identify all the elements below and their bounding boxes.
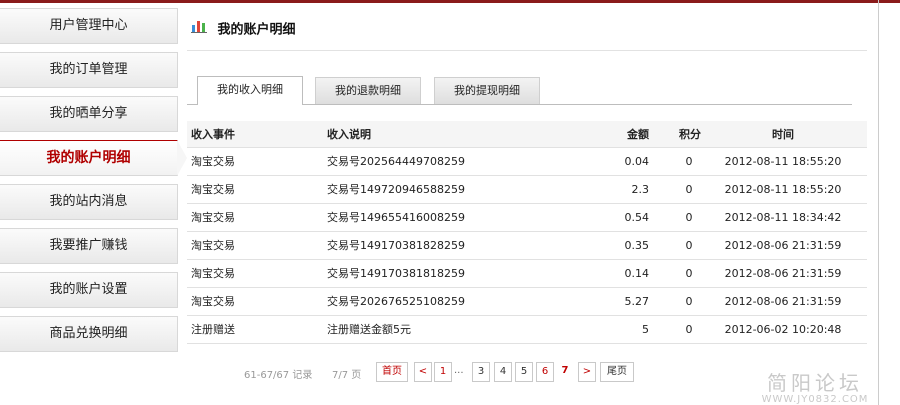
cell-points: 0 [685,267,693,280]
table-row: 淘宝交易 交易号149170381828259 0.35 0 2012-08-0… [187,232,867,260]
sidebar-item-settings[interactable]: 我的账户设置 [0,272,178,308]
cell-description: 交易号149170381818259 [327,267,465,280]
page-1-button[interactable]: 1 [434,362,452,382]
sidebar-item-label: 我的晒单分享 [49,106,128,121]
sidebar-item-share[interactable]: 我的晒单分享 [0,96,178,132]
cell-points: 0 [685,295,693,308]
table-row: 淘宝交易 交易号149655416008259 0.54 0 2012-08-1… [187,204,867,232]
cell-time: 2012-06-02 10:20:48 [724,323,842,336]
cell-event: 淘宝交易 [191,183,235,196]
page-3-button[interactable]: 3 [472,362,490,382]
cell-description: 交易号149720946588259 [327,183,465,196]
next-page-button[interactable]: > [578,362,596,382]
cell-description: 交易号202676525108259 [327,295,465,308]
bar-chart-icon [191,10,207,50]
cell-amount: 2.3 [631,183,650,196]
prev-page-button[interactable]: < [414,362,432,382]
sidebar-item-label: 我的账户明细 [46,150,131,166]
cell-points: 0 [685,183,693,196]
cell-points: 0 [685,155,693,168]
table-row: 淘宝交易 交易号202676525108259 5.27 0 2012-08-0… [187,288,867,316]
sidebar-item-label: 我的账户设置 [49,282,128,297]
tab-refund[interactable]: 我的退款明细 [315,77,421,104]
table-row: 淘宝交易 交易号202564449708259 0.04 0 2012-08-1… [187,148,867,176]
sidebar-item-promotion[interactable]: 我要推广赚钱 [0,228,178,264]
header-amount: 金额 [627,128,649,141]
page-4-button[interactable]: 4 [494,362,512,382]
tab-income[interactable]: 我的收入明细 [197,76,303,105]
cell-description: 注册赠送金额5元 [327,323,411,336]
current-page-indicator: 7 [557,362,573,380]
cell-time: 2012-08-06 21:31:59 [724,239,842,252]
sidebar-item-account-details[interactable]: 我的账户明细 [0,140,187,176]
cell-amount: 5 [642,323,649,336]
main-content: 我的账户明细 我的收入明细 我的退款明细 我的提现明细 收入事件 收入说明 金额… [187,10,867,344]
cell-time: 2012-08-11 18:55:20 [724,183,842,196]
cell-time: 2012-08-11 18:34:42 [724,211,842,224]
sidebar-item-label: 我的站内消息 [49,194,128,209]
header-description: 收入说明 [327,128,371,141]
sidebar-item-exchange[interactable]: 商品兑换明细 [0,316,178,352]
table-header-row: 收入事件 收入说明 金额 积分 时间 [187,121,867,148]
cell-description: 交易号149170381828259 [327,239,465,252]
page-6-button[interactable]: 6 [536,362,554,382]
right-divider [878,0,879,405]
cell-event: 淘宝交易 [191,211,235,224]
sidebar-nav: 用户管理中心 我的订单管理 我的晒单分享 我的账户明细 我的站内消息 我要推广赚… [0,8,187,360]
table-row: 淘宝交易 交易号149720946588259 2.3 0 2012-08-11… [187,176,867,204]
table-row: 注册赠送 注册赠送金额5元 5 0 2012-06-02 10:20:48 [187,316,867,344]
cell-event: 注册赠送 [191,323,235,336]
sidebar-item-messages[interactable]: 我的站内消息 [0,184,178,220]
cell-amount: 0.14 [624,267,650,280]
watermark-url: WWW.JY0832.COM [761,394,869,405]
sidebar-item-label: 我要推广赚钱 [49,238,128,253]
sidebar-item-orders[interactable]: 我的订单管理 [0,52,178,88]
last-page-button[interactable]: 尾页 [600,362,634,382]
top-accent-bar [0,0,900,3]
cell-points: 0 [685,239,693,252]
page-title: 我的账户明细 [217,22,296,38]
cell-event: 淘宝交易 [191,155,235,168]
page-count: 7/7 页 [332,370,362,381]
tab-withdraw[interactable]: 我的提现明细 [434,77,540,104]
cell-event: 淘宝交易 [191,267,235,280]
table-row: 淘宝交易 交易号149170381818259 0.14 0 2012-08-0… [187,260,867,288]
cell-points: 0 [685,323,693,336]
cell-time: 2012-08-06 21:31:59 [724,267,842,280]
sidebar-item-label: 用户管理中心 [49,18,128,33]
cell-amount: 0.54 [624,211,650,224]
sidebar-item-user-center[interactable]: 用户管理中心 [0,8,178,44]
sidebar-item-label: 商品兑换明细 [49,326,128,341]
header-points: 积分 [679,128,701,141]
cell-time: 2012-08-11 18:55:20 [724,155,842,168]
income-table: 收入事件 收入说明 金额 积分 时间 淘宝交易 交易号2025644497082… [187,121,867,344]
cell-event: 淘宝交易 [191,295,235,308]
tab-label: 我的提现明细 [454,84,520,97]
record-count: 61-67/67 记录 [244,370,313,381]
cell-event: 淘宝交易 [191,239,235,252]
header-time: 时间 [772,128,794,141]
cell-description: 交易号149655416008259 [327,211,465,224]
cell-time: 2012-08-06 21:31:59 [724,295,842,308]
first-page-button[interactable]: 首页 [376,362,408,382]
page-5-button[interactable]: 5 [515,362,533,382]
tab-label: 我的退款明细 [335,84,401,97]
cell-points: 0 [685,211,693,224]
cell-amount: 5.27 [624,295,650,308]
watermark-title: 简阳论坛 [767,371,863,395]
sidebar-item-label: 我的订单管理 [49,62,128,77]
cell-description: 交易号202564449708259 [327,155,465,168]
cell-amount: 0.04 [624,155,650,168]
cell-amount: 0.35 [624,239,650,252]
page-ellipsis: ... [454,365,464,376]
header-event: 收入事件 [191,128,235,141]
forum-watermark: 简阳论坛 WWW.JY0832.COM [740,372,890,405]
tab-label: 我的收入明细 [217,83,283,96]
tab-bar: 我的收入明细 我的退款明细 我的提现明细 [187,74,852,105]
page-title-bar: 我的账户明细 [187,10,867,51]
